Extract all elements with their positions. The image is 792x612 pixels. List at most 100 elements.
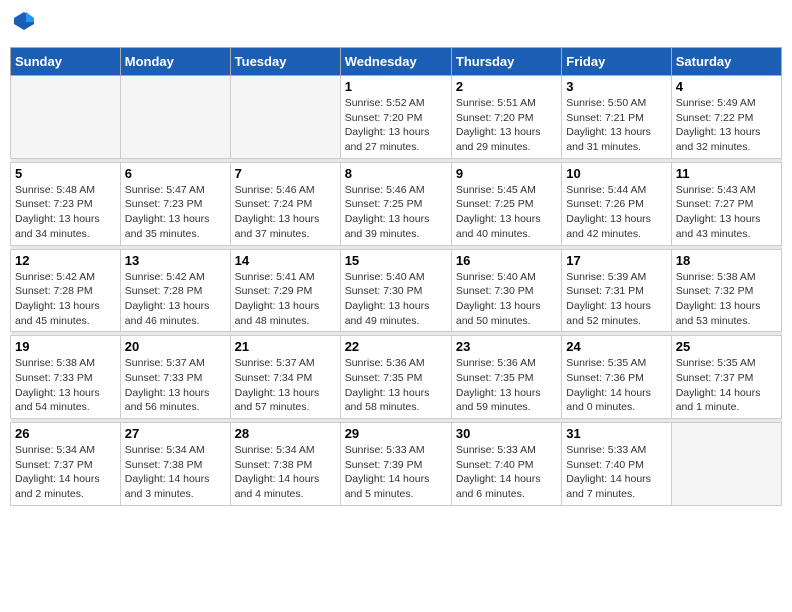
weekday-header: Monday — [120, 48, 230, 76]
logo — [10, 10, 36, 39]
day-cell: 25 Sunrise: 5:35 AMSunset: 7:37 PMDayligh… — [671, 336, 781, 419]
weekday-header: Wednesday — [340, 48, 451, 76]
day-number: 2 — [456, 79, 557, 94]
day-cell: 9 Sunrise: 5:45 AMSunset: 7:25 PMDaylight… — [451, 162, 561, 245]
day-number: 16 — [456, 253, 557, 268]
day-number: 7 — [235, 166, 336, 181]
day-cell: 16 Sunrise: 5:40 AMSunset: 7:30 PMDayligh… — [451, 249, 561, 332]
week-row: 26 Sunrise: 5:34 AMSunset: 7:37 PMDayligh… — [11, 423, 782, 506]
day-cell: 21 Sunrise: 5:37 AMSunset: 7:34 PMDayligh… — [230, 336, 340, 419]
day-number: 8 — [345, 166, 447, 181]
day-info: Sunrise: 5:47 AMSunset: 7:23 PMDaylight:… — [125, 183, 226, 242]
day-cell: 3 Sunrise: 5:50 AMSunset: 7:21 PMDaylight… — [562, 76, 671, 159]
day-info: Sunrise: 5:37 AMSunset: 7:33 PMDaylight:… — [125, 356, 226, 415]
day-cell: 22 Sunrise: 5:36 AMSunset: 7:35 PMDayligh… — [340, 336, 451, 419]
day-cell: 23Sunrise: 5:36 AMSunset: 7:35 PMDayligh… — [451, 336, 561, 419]
day-info: Sunrise: 5:46 AMSunset: 7:24 PMDaylight:… — [235, 183, 336, 242]
day-cell: 20 Sunrise: 5:37 AMSunset: 7:33 PMDayligh… — [120, 336, 230, 419]
day-cell: 13 Sunrise: 5:42 AMSunset: 7:28 PMDayligh… — [120, 249, 230, 332]
day-number: 26 — [15, 426, 116, 441]
day-info: Sunrise: 5:34 AMSunset: 7:37 PMDaylight:… — [15, 443, 116, 502]
day-cell: 29 Sunrise: 5:33 AMSunset: 7:39 PMDayligh… — [340, 423, 451, 506]
day-cell: 19Sunrise: 5:38 AMSunset: 7:33 PMDayligh… — [11, 336, 121, 419]
day-cell: 1Sunrise: 5:52 AMSunset: 7:20 PMDaylight… — [340, 76, 451, 159]
day-number: 6 — [125, 166, 226, 181]
day-cell: 26 Sunrise: 5:34 AMSunset: 7:37 PMDayligh… — [11, 423, 121, 506]
day-cell: 14Sunrise: 5:41 AMSunset: 7:29 PMDayligh… — [230, 249, 340, 332]
weekday-header: Tuesday — [230, 48, 340, 76]
day-info: Sunrise: 5:36 AMSunset: 7:35 PMDaylight:… — [456, 356, 557, 415]
weekday-header: Friday — [562, 48, 671, 76]
weekday-header: Sunday — [11, 48, 121, 76]
day-cell: 11 Sunrise: 5:43 AMSunset: 7:27 PMDayligh… — [671, 162, 781, 245]
day-cell — [671, 423, 781, 506]
day-number: 13 — [125, 253, 226, 268]
day-cell: 30 Sunrise: 5:33 AMSunset: 7:40 PMDayligh… — [451, 423, 561, 506]
day-info: Sunrise: 5:33 AMSunset: 7:40 PMDaylight:… — [456, 443, 557, 502]
day-info: Sunrise: 5:35 AMSunset: 7:36 PMDaylight:… — [566, 356, 666, 415]
day-number: 4 — [676, 79, 777, 94]
day-cell: 15Sunrise: 5:40 AMSunset: 7:30 PMDayligh… — [340, 249, 451, 332]
day-number: 30 — [456, 426, 557, 441]
day-info: Sunrise: 5:38 AMSunset: 7:32 PMDaylight:… — [676, 270, 777, 329]
page-header — [10, 10, 782, 39]
day-cell: 7 Sunrise: 5:46 AMSunset: 7:24 PMDaylight… — [230, 162, 340, 245]
day-number: 21 — [235, 339, 336, 354]
day-number: 12 — [15, 253, 116, 268]
day-info: Sunrise: 5:34 AMSunset: 7:38 PMDaylight:… — [235, 443, 336, 502]
day-info: Sunrise: 5:48 AMSunset: 7:23 PMDaylight:… — [15, 183, 116, 242]
day-cell — [11, 76, 121, 159]
day-cell: 8Sunrise: 5:46 AMSunset: 7:25 PMDaylight… — [340, 162, 451, 245]
day-number: 31 — [566, 426, 666, 441]
day-number: 5 — [15, 166, 116, 181]
day-number: 11 — [676, 166, 777, 181]
week-row: 19Sunrise: 5:38 AMSunset: 7:33 PMDayligh… — [11, 336, 782, 419]
day-info: Sunrise: 5:38 AMSunset: 7:33 PMDaylight:… — [15, 356, 116, 415]
day-cell: 31Sunrise: 5:33 AMSunset: 7:40 PMDayligh… — [562, 423, 671, 506]
day-number: 27 — [125, 426, 226, 441]
day-info: Sunrise: 5:42 AMSunset: 7:28 PMDaylight:… — [125, 270, 226, 329]
day-info: Sunrise: 5:33 AMSunset: 7:39 PMDaylight:… — [345, 443, 447, 502]
day-number: 1 — [345, 79, 447, 94]
day-cell: 17 Sunrise: 5:39 AMSunset: 7:31 PMDayligh… — [562, 249, 671, 332]
logo-icon — [12, 10, 36, 34]
day-info: Sunrise: 5:43 AMSunset: 7:27 PMDaylight:… — [676, 183, 777, 242]
day-cell: 27 Sunrise: 5:34 AMSunset: 7:38 PMDayligh… — [120, 423, 230, 506]
day-number: 3 — [566, 79, 666, 94]
calendar-table: SundayMondayTuesdayWednesdayThursdayFrid… — [10, 47, 782, 506]
day-info: Sunrise: 5:34 AMSunset: 7:38 PMDaylight:… — [125, 443, 226, 502]
day-number: 24 — [566, 339, 666, 354]
day-cell: 18 Sunrise: 5:38 AMSunset: 7:32 PMDayligh… — [671, 249, 781, 332]
day-info: Sunrise: 5:37 AMSunset: 7:34 PMDaylight:… — [235, 356, 336, 415]
day-info: Sunrise: 5:39 AMSunset: 7:31 PMDaylight:… — [566, 270, 666, 329]
day-cell: 10 Sunrise: 5:44 AMSunset: 7:26 PMDayligh… — [562, 162, 671, 245]
day-info: Sunrise: 5:51 AMSunset: 7:20 PMDaylight:… — [456, 96, 557, 155]
day-info: Sunrise: 5:50 AMSunset: 7:21 PMDaylight:… — [566, 96, 666, 155]
day-number: 18 — [676, 253, 777, 268]
day-number: 17 — [566, 253, 666, 268]
day-number: 22 — [345, 339, 447, 354]
day-info: Sunrise: 5:35 AMSunset: 7:37 PMDaylight:… — [676, 356, 777, 415]
day-info: Sunrise: 5:44 AMSunset: 7:26 PMDaylight:… — [566, 183, 666, 242]
week-row: 5 Sunrise: 5:48 AMSunset: 7:23 PMDaylight… — [11, 162, 782, 245]
day-cell — [230, 76, 340, 159]
day-number: 29 — [345, 426, 447, 441]
week-row: 1Sunrise: 5:52 AMSunset: 7:20 PMDaylight… — [11, 76, 782, 159]
day-info: Sunrise: 5:42 AMSunset: 7:28 PMDaylight:… — [15, 270, 116, 329]
day-number: 15 — [345, 253, 447, 268]
day-info: Sunrise: 5:40 AMSunset: 7:30 PMDaylight:… — [456, 270, 557, 329]
day-cell: 2 Sunrise: 5:51 AMSunset: 7:20 PMDaylight… — [451, 76, 561, 159]
day-cell: 12 Sunrise: 5:42 AMSunset: 7:28 PMDayligh… — [11, 249, 121, 332]
day-number: 25 — [676, 339, 777, 354]
weekday-header: Saturday — [671, 48, 781, 76]
day-info: Sunrise: 5:45 AMSunset: 7:25 PMDaylight:… — [456, 183, 557, 242]
day-number: 9 — [456, 166, 557, 181]
week-row: 12 Sunrise: 5:42 AMSunset: 7:28 PMDayligh… — [11, 249, 782, 332]
day-info: Sunrise: 5:36 AMSunset: 7:35 PMDaylight:… — [345, 356, 447, 415]
day-cell: 6 Sunrise: 5:47 AMSunset: 7:23 PMDaylight… — [120, 162, 230, 245]
day-cell: 4Sunrise: 5:49 AMSunset: 7:22 PMDaylight… — [671, 76, 781, 159]
weekday-header: Thursday — [451, 48, 561, 76]
day-number: 20 — [125, 339, 226, 354]
day-number: 10 — [566, 166, 666, 181]
day-cell: 24 Sunrise: 5:35 AMSunset: 7:36 PMDayligh… — [562, 336, 671, 419]
